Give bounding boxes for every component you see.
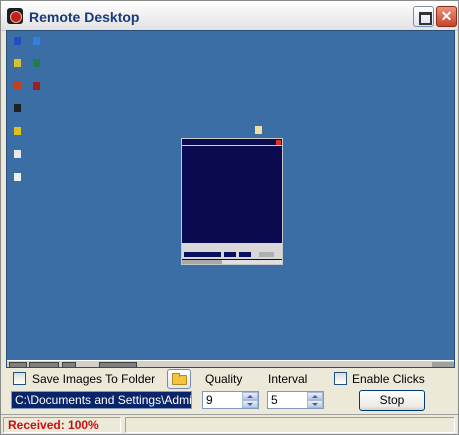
- interval-down-arrow-icon[interactable]: [307, 400, 323, 408]
- save-images-checkbox[interactable]: [13, 372, 26, 385]
- interval-label: Interval: [268, 372, 308, 386]
- enable-clicks-checkbox[interactable]: [334, 372, 347, 385]
- desktop-icon: [14, 82, 21, 90]
- taskbar-item: [99, 362, 137, 367]
- quality-stepper[interactable]: 9: [202, 391, 259, 409]
- desktop-icon: [14, 59, 21, 67]
- remote-desktop-app-icon: [7, 8, 23, 24]
- received-status: Received: 100%: [3, 417, 121, 433]
- taskbar-item: [29, 362, 59, 367]
- nested-controls: [182, 243, 282, 259]
- desktop-icon: [14, 104, 21, 112]
- quality-up-arrow-icon[interactable]: [242, 392, 258, 400]
- folder-open-icon: [172, 373, 187, 385]
- desktop-icon: [14, 37, 21, 45]
- desktop-icon: [14, 127, 21, 135]
- taskbar-start-button: [9, 362, 27, 367]
- nested-interval-field: [239, 252, 251, 257]
- stop-button[interactable]: Stop: [359, 390, 425, 411]
- remote-taskbar: [7, 360, 454, 367]
- quality-label: Quality: [205, 372, 243, 386]
- interval-value: 5: [271, 393, 278, 407]
- desktop-icon: [33, 82, 40, 90]
- nested-close-icon: [276, 140, 281, 145]
- status-bar: Received: 100%: [1, 414, 458, 434]
- close-button[interactable]: ✕: [436, 6, 457, 27]
- nested-status-bar: [182, 260, 282, 264]
- desktop-icon: [33, 59, 40, 67]
- enable-clicks-label: Enable Clicks: [352, 372, 425, 386]
- window-title: Remote Desktop: [29, 9, 140, 25]
- browse-folder-button[interactable]: [167, 369, 191, 389]
- folder-path-field[interactable]: C:\Documents and Settings\Administ: [11, 391, 192, 409]
- nested-remote-window: [181, 138, 283, 265]
- remote-desktop-window: Remote Desktop ✕ Save Images To Folder Q…: [0, 0, 459, 435]
- taskbar-item: [62, 362, 76, 367]
- title-bar[interactable]: Remote Desktop ✕: [1, 1, 458, 31]
- desktop-icon: [255, 126, 262, 134]
- close-icon: ✕: [440, 8, 453, 24]
- quality-value: 9: [206, 393, 213, 407]
- remote-screen-view[interactable]: [6, 30, 455, 368]
- interval-stepper[interactable]: 5: [267, 391, 324, 409]
- nested-quality-field: [224, 252, 236, 257]
- nested-path-field: [184, 252, 221, 257]
- nested-stop-button: [259, 252, 274, 257]
- nested-title-bar: [182, 139, 282, 146]
- desktop-icon: [14, 150, 21, 158]
- maximize-button[interactable]: [413, 6, 434, 27]
- save-images-label: Save Images To Folder: [32, 372, 156, 386]
- desktop-icon: [14, 173, 21, 181]
- taskbar-tray: [432, 362, 454, 367]
- desktop-icon: [33, 37, 40, 45]
- interval-up-arrow-icon[interactable]: [307, 392, 323, 400]
- nested-status-panel: [182, 260, 222, 264]
- quality-down-arrow-icon[interactable]: [242, 400, 258, 408]
- status-panel-empty: [125, 417, 455, 433]
